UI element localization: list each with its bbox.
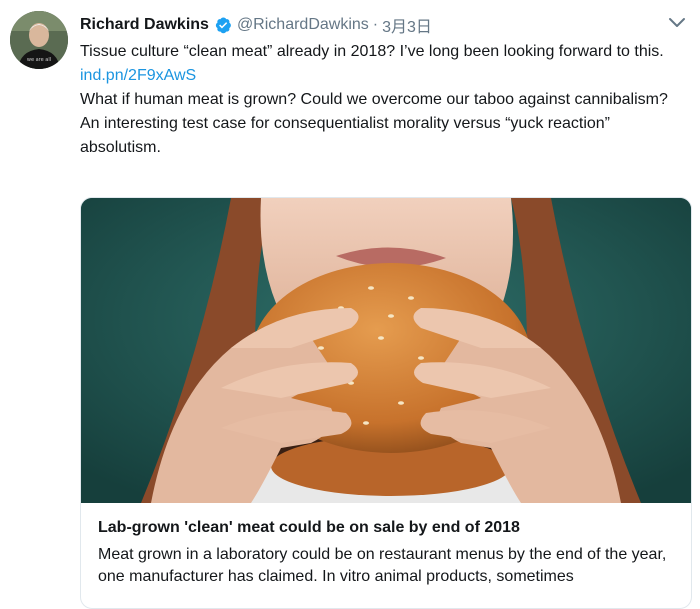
link-card[interactable]: Lab-grown 'clean' meat could be on sale … <box>80 197 692 609</box>
tweet-text-paragraph-1: Tissue culture “clean meat” already in 2… <box>80 43 664 60</box>
card-title[interactable]: Lab-grown 'clean' meat could be on sale … <box>98 517 675 539</box>
verified-badge-icon <box>214 16 232 34</box>
header-separator: · <box>372 16 379 33</box>
chevron-down-icon[interactable] <box>668 16 686 30</box>
card-body[interactable]: Lab-grown 'clean' meat could be on sale … <box>81 503 691 588</box>
tweet-link[interactable]: ind.pn/2F9xAwS <box>80 67 196 84</box>
card-description: Meat grown in a laboratory could be on r… <box>98 546 667 585</box>
card-image[interactable] <box>81 198 691 503</box>
tweet[interactable]: we are all Richard Dawkins @RichardDawki… <box>0 0 700 609</box>
tweet-date[interactable]: 3月3日 <box>382 13 432 37</box>
tweet-text: Tissue culture “clean meat” already in 2… <box>80 40 680 160</box>
tweet-header: Richard Dawkins @RichardDawkins · 3月3日 <box>80 13 432 37</box>
author-handle[interactable]: @RichardDawkins <box>237 16 369 34</box>
avatar[interactable]: we are all <box>10 11 68 69</box>
svg-text:we are all: we are all <box>27 57 51 63</box>
tweet-text-paragraph-2: What if human meat is grown? Could we ov… <box>80 91 668 156</box>
author-name[interactable]: Richard Dawkins <box>80 16 209 34</box>
